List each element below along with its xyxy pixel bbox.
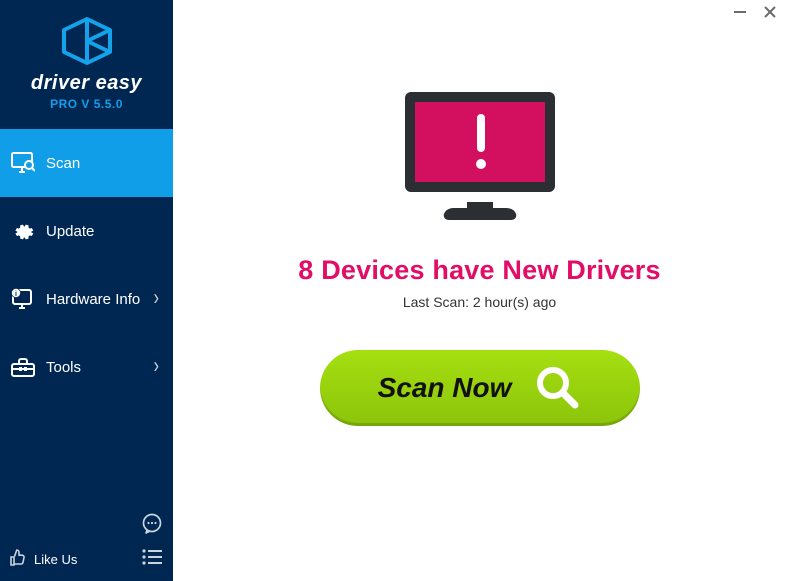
sidebar-item-scan[interactable]: Scan: [0, 129, 173, 197]
sidebar-nav: Scan Update i H: [0, 129, 173, 505]
chevron-right-icon: ›: [154, 286, 159, 311]
brand-block: driver easy PRO V 5.5.0: [0, 0, 173, 121]
gear-icon: [10, 218, 36, 244]
brand-title: driver easy: [31, 72, 142, 95]
chat-icon[interactable]: [141, 513, 163, 540]
brand-version: PRO V 5.5.0: [50, 97, 123, 111]
window-controls: [732, 4, 778, 20]
sidebar-item-update[interactable]: Update: [0, 197, 173, 265]
nav-label: Scan: [46, 155, 159, 172]
hardware-info-icon: i: [10, 286, 36, 312]
nav-label: Hardware Info: [46, 291, 154, 308]
headline-text: 8 Devices have New Drivers: [298, 255, 660, 286]
chevron-right-icon: ›: [154, 354, 159, 379]
sidebar-item-tools[interactable]: Tools ›: [0, 333, 173, 401]
sidebar: driver easy PRO V 5.5.0 Scan: [0, 0, 173, 581]
menu-list-icon[interactable]: [141, 548, 163, 571]
last-scan-text: Last Scan: 2 hour(s) ago: [403, 294, 556, 310]
sidebar-item-hardware-info[interactable]: i Hardware Info ›: [0, 265, 173, 333]
like-us-label: Like Us: [34, 552, 77, 567]
monitor-warning-icon: [395, 84, 565, 239]
nav-label: Tools: [46, 359, 154, 376]
like-us-button[interactable]: Like Us: [8, 548, 77, 571]
nav-label: Update: [46, 223, 159, 240]
minimize-button[interactable]: [732, 4, 748, 20]
magnify-icon: [533, 363, 581, 414]
logo-icon: [58, 16, 116, 66]
close-button[interactable]: [762, 4, 778, 20]
scan-now-label: Scan Now: [378, 372, 512, 404]
toolbox-icon: [10, 354, 36, 380]
thumbs-up-icon: [8, 548, 28, 571]
monitor-search-icon: [10, 150, 36, 176]
scan-now-button[interactable]: Scan Now: [320, 350, 640, 426]
svg-text:i: i: [15, 291, 17, 298]
sidebar-footer: Like Us: [0, 505, 173, 581]
main-panel: 8 Devices have New Drivers Last Scan: 2 …: [173, 0, 786, 581]
